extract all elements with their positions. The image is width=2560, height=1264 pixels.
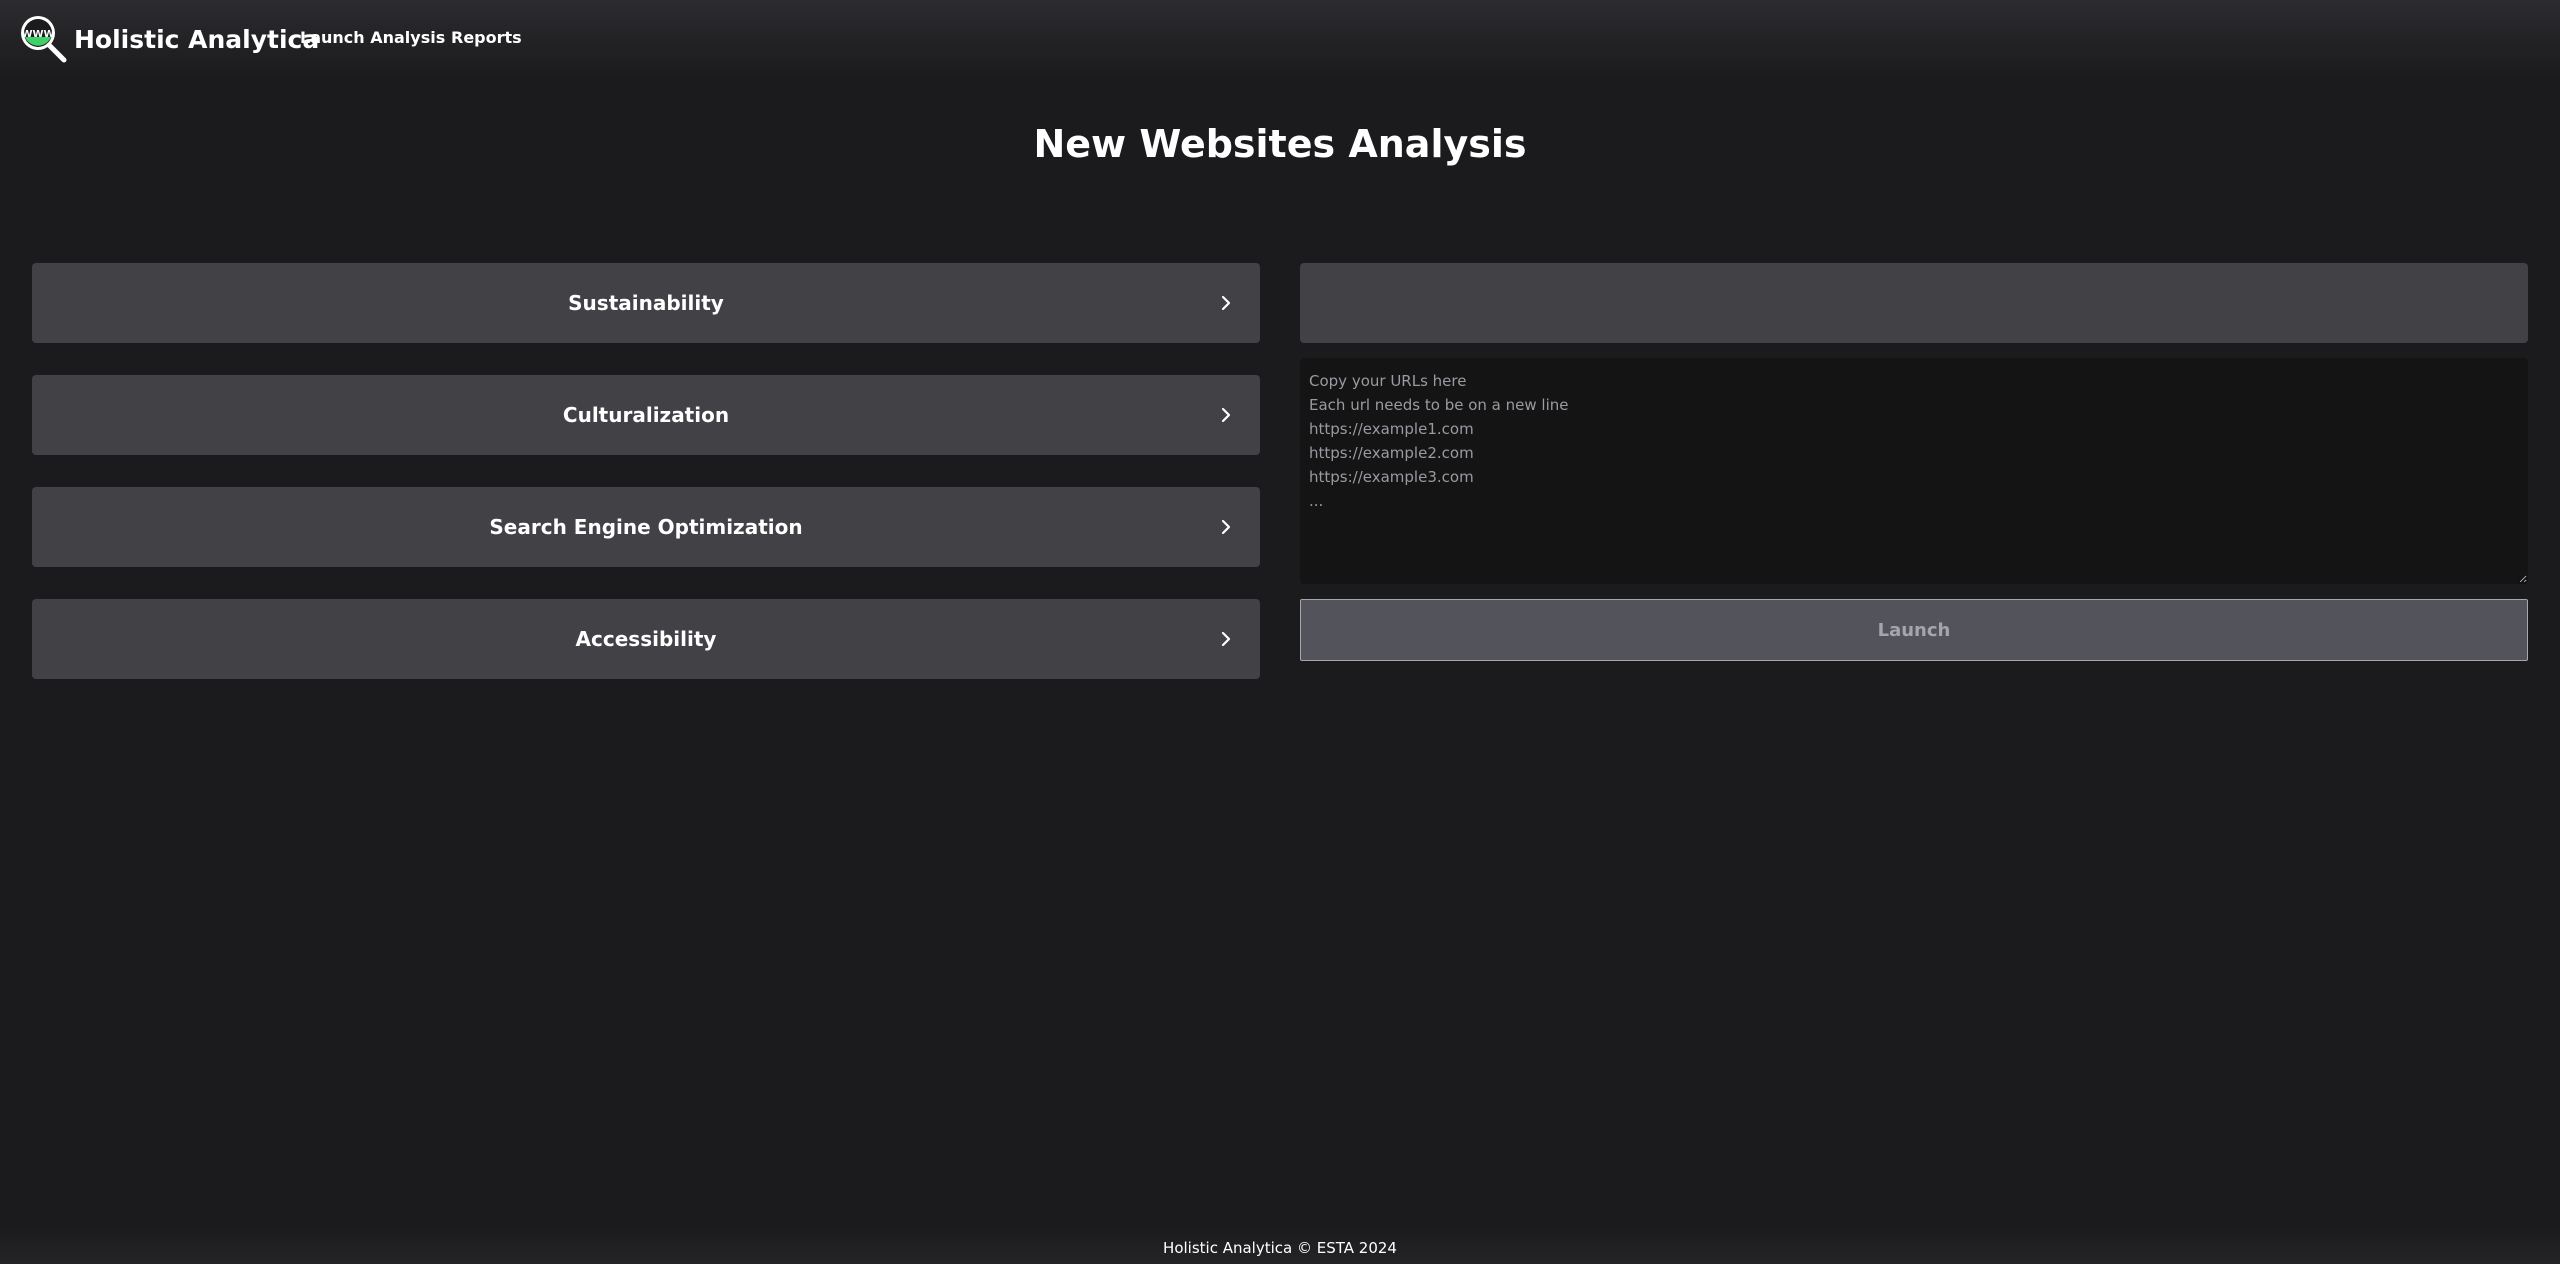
- chevron-right-icon: [1221, 519, 1231, 535]
- category-seo[interactable]: Search Engine Optimization: [32, 487, 1260, 567]
- category-label: Sustainability: [568, 291, 724, 315]
- logo-text: WWW: [21, 29, 54, 40]
- analysis-name-field[interactable]: [1300, 263, 2528, 343]
- category-label: Search Engine Optimization: [489, 515, 803, 539]
- page-title: New Websites Analysis: [1033, 122, 1527, 166]
- brand-name: Holistic Analytica: [74, 24, 320, 54]
- category-culturalization[interactable]: Culturalization: [32, 375, 1260, 455]
- urls-textarea[interactable]: [1300, 358, 2528, 584]
- footer-text: Holistic Analytica © ESTA 2024: [1163, 1239, 1397, 1257]
- launch-button[interactable]: Launch: [1300, 599, 2528, 661]
- magnifier-www-icon: WWW: [21, 16, 67, 63]
- footer: Holistic Analytica © ESTA 2024: [0, 1226, 2560, 1264]
- nav-reports[interactable]: Reports: [451, 28, 522, 47]
- category-sustainability[interactable]: Sustainability: [32, 263, 1260, 343]
- chevron-right-icon: [1221, 295, 1231, 311]
- navbar: WWW Holistic Analytica Launch Analysis R…: [0, 0, 2560, 78]
- category-label: Culturalization: [562, 403, 730, 427]
- nav-launch-analysis[interactable]: Launch Analysis: [300, 28, 445, 47]
- brand[interactable]: WWW Holistic Analytica: [16, 12, 319, 66]
- chevron-right-icon: [1221, 407, 1231, 423]
- category-accessibility[interactable]: Accessibility: [32, 599, 1260, 679]
- category-label: Accessibility: [575, 627, 717, 651]
- chevron-right-icon: [1221, 631, 1231, 647]
